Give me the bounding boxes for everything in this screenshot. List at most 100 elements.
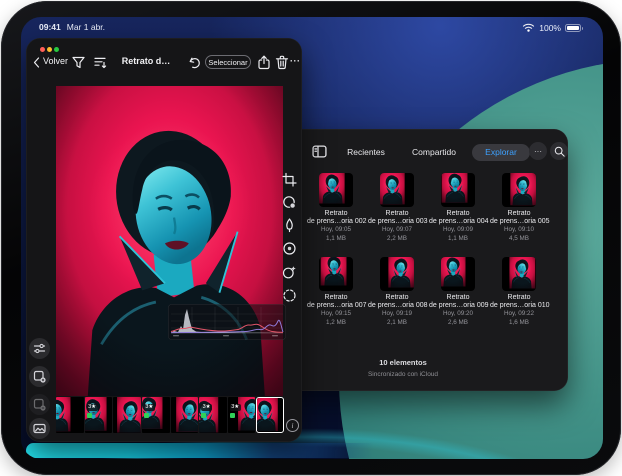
trash-icon[interactable] xyxy=(275,55,289,70)
file-item-005[interactable]: Retrato de prens…oria 005 Hoy, 09:10 4,5… xyxy=(490,173,548,243)
filmstrip-thumb[interactable] xyxy=(171,397,199,433)
sidebar-icon[interactable] xyxy=(312,144,327,159)
status-time: 09:41 xyxy=(39,22,61,32)
file-item-007[interactable]: Retrato de prens…oria 007 Hoy, 09:15 1,2… xyxy=(307,257,365,327)
photo-canvas[interactable] xyxy=(56,86,283,396)
file-size: 1,2 MB xyxy=(307,319,365,328)
file-title: Retrato xyxy=(429,210,487,218)
file-size: 1,1 MB xyxy=(307,235,365,244)
rating-badge: 3★ xyxy=(201,404,212,411)
file-size: 2,6 MB xyxy=(429,319,487,328)
copy-edits-icon xyxy=(33,370,46,383)
before-after-icon xyxy=(33,422,46,435)
file-thumbnail[interactable] xyxy=(502,173,536,207)
more-button[interactable]: ··· xyxy=(529,142,547,160)
file-title: Retrato xyxy=(307,210,365,218)
file-title: Retrato xyxy=(490,294,548,302)
retouch-icon[interactable] xyxy=(282,265,297,280)
file-title: Retrato xyxy=(490,210,548,218)
file-size: 1,1 MB xyxy=(429,235,487,244)
file-item-008[interactable]: Retrato de prens…oria 008 Hoy, 09:19 2,1… xyxy=(368,257,426,327)
crop-icon[interactable] xyxy=(282,172,297,187)
file-thumbnail[interactable] xyxy=(319,173,353,207)
file-size: 1,6 MB xyxy=(490,319,548,328)
zoom-window-button[interactable] xyxy=(54,47,59,52)
tab-compartido[interactable]: Compartido xyxy=(401,144,467,161)
file-date: Hoy, 09:20 xyxy=(429,310,487,319)
editor-toolbar: Volver Retrato d… Selec xyxy=(26,53,302,73)
copy-edits-button[interactable] xyxy=(29,366,50,387)
info-icon: i xyxy=(292,422,294,430)
ipad-screen: 09:41 Mar 1 abr. 100% xyxy=(21,17,603,459)
file-thumbnail[interactable] xyxy=(441,257,475,291)
file-item-002[interactable]: Retrato de prens…oria 002 Hoy, 09:05 1,1… xyxy=(307,173,365,243)
file-item-010[interactable]: Retrato de prens…oria 010 Hoy, 09:22 1,6… xyxy=(490,257,548,327)
select-button[interactable]: Seleccionar xyxy=(205,55,251,69)
file-date: Hoy, 09:07 xyxy=(368,226,426,235)
wifi-icon xyxy=(522,22,535,33)
more-icon: ··· xyxy=(534,147,542,156)
file-date: Hoy, 09:05 xyxy=(307,226,365,235)
file-size: 2,2 MB xyxy=(368,235,426,244)
file-thumbnail[interactable] xyxy=(319,257,353,291)
search-button[interactable] xyxy=(550,142,568,160)
file-title: Retrato xyxy=(368,210,426,218)
filmstrip: 3★ 3★ 3★ 3★ xyxy=(56,397,284,433)
battery-percent: 100% xyxy=(539,23,561,33)
screenshot-canvas: 09:41 Mar 1 abr. 100% xyxy=(0,0,622,476)
file-item-004[interactable]: Retrato de prens…oria 004 Hoy, 09:09 1,1… xyxy=(429,173,487,243)
ipad-device: 09:41 Mar 1 abr. 100% xyxy=(1,1,621,475)
filmstrip-thumb[interactable] xyxy=(113,397,141,433)
share-icon[interactable] xyxy=(257,55,271,70)
edited-badge xyxy=(201,413,206,418)
rating-badge: 3★ xyxy=(230,404,241,411)
filmstrip-thumb[interactable]: 3★ xyxy=(228,397,256,433)
filmstrip-thumb[interactable]: 3★ xyxy=(199,397,227,433)
file-thumbnail[interactable] xyxy=(441,173,475,207)
brush-icon[interactable] xyxy=(282,218,297,233)
file-thumbnail[interactable] xyxy=(380,173,414,207)
rating-badge: 3★ xyxy=(144,404,155,411)
editor-window: Volver Retrato d… Selec xyxy=(26,38,302,442)
edited-badge xyxy=(87,413,92,418)
file-size: 4,5 MB xyxy=(490,235,548,244)
wallpaper-cyan-band xyxy=(26,443,450,458)
file-size: 2,1 MB xyxy=(368,319,426,328)
info-button[interactable]: i xyxy=(286,419,299,432)
status-bar: 09:41 Mar 1 abr. 100% xyxy=(21,21,603,35)
status-date: Mar 1 abr. xyxy=(67,22,105,32)
file-item-009[interactable]: Retrato de prens…oria 009 Hoy, 09:20 2,6… xyxy=(429,257,487,327)
edited-badge xyxy=(230,413,235,418)
before-after-button[interactable] xyxy=(29,418,50,439)
minimize-window-button[interactable] xyxy=(47,47,52,52)
adjustments-button[interactable] xyxy=(29,338,50,359)
adjust-icon xyxy=(33,342,46,355)
file-thumbnail[interactable] xyxy=(380,257,414,291)
undo-icon[interactable] xyxy=(188,56,202,70)
file-thumbnail[interactable] xyxy=(502,257,536,291)
filmstrip-thumb[interactable]: 3★ xyxy=(85,397,113,433)
filmstrip-thumb[interactable]: 3★ xyxy=(142,397,170,433)
vignette-icon[interactable] xyxy=(282,241,297,256)
search-icon xyxy=(554,146,565,157)
file-date: Hoy, 09:15 xyxy=(307,310,365,319)
battery-icon xyxy=(565,24,581,32)
filters-icon[interactable] xyxy=(282,195,297,210)
filmstrip-thumb-selected[interactable] xyxy=(256,397,284,433)
tab-recientes[interactable]: Recientes xyxy=(338,144,394,161)
paste-edits-button[interactable] xyxy=(29,394,50,415)
file-item-003[interactable]: Retrato de prens…oria 003 Hoy, 09:07 2,2… xyxy=(368,173,426,243)
rating-badge: 3★ xyxy=(87,404,98,411)
file-date: Hoy, 09:10 xyxy=(490,226,548,235)
histogram-panel xyxy=(168,304,286,340)
close-window-button[interactable] xyxy=(40,47,45,52)
filmstrip-thumb[interactable] xyxy=(56,397,84,433)
tab-explorar[interactable]: Explorar xyxy=(472,144,530,161)
file-date: Hoy, 09:22 xyxy=(490,310,548,319)
file-title: Retrato xyxy=(368,294,426,302)
edited-badge xyxy=(144,413,149,418)
heal-icon[interactable] xyxy=(282,288,297,303)
more-icon[interactable]: ··· xyxy=(290,56,301,66)
file-date: Hoy, 09:19 xyxy=(368,310,426,319)
file-title: Retrato xyxy=(429,294,487,302)
